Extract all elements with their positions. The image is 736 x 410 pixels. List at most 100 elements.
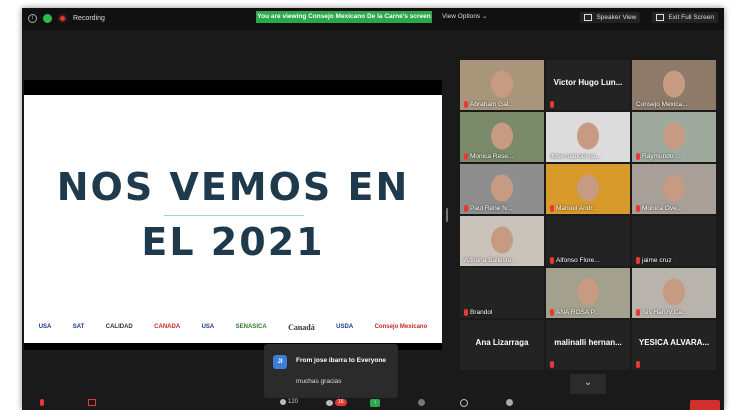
participant-tile[interactable]: Isis Hanzy Ca... (632, 268, 716, 318)
participant-label (550, 101, 554, 108)
microphone-muted-icon (636, 205, 640, 212)
split-handle[interactable] (446, 208, 448, 222)
microphone-muted-icon (550, 205, 554, 212)
share-screen-button[interactable]: ↑ (370, 399, 380, 407)
globe-icon (460, 399, 468, 407)
microphone-muted-icon (636, 309, 640, 316)
participant-tile[interactable]: Raymundo ... (632, 112, 716, 162)
participant-tile[interactable]: Abraham Gal... (460, 60, 544, 110)
microphone-muted-icon (40, 399, 44, 406)
microphone-muted-icon (464, 101, 468, 108)
microphone-muted-icon (550, 361, 554, 368)
participant-label (550, 361, 554, 368)
participant-name: ANA ROSA P... (556, 309, 600, 316)
microphone-muted-icon (636, 361, 640, 368)
participant-label: Monica Rese... (464, 153, 513, 160)
participant-name: Jose manuel sa... (550, 153, 601, 160)
speaker-view-label: Speaker View (596, 14, 637, 21)
participant-name: Alfonso Flore... (556, 257, 600, 264)
microphone-muted-icon (636, 153, 640, 160)
microphone-muted-icon (464, 153, 468, 160)
participant-tile[interactable]: jaime cruz (632, 216, 716, 266)
sponsor-logo: SAT (72, 324, 85, 330)
chat-icon (326, 399, 333, 406)
participant-label: Monica Ove... (636, 205, 682, 212)
participant-display-name: malinalli hernan... (554, 338, 622, 347)
grid-icon (584, 14, 593, 21)
exit-full-screen-label: Exit Full Screen (668, 14, 714, 21)
participant-tile[interactable]: Manuel Andr... (546, 164, 630, 214)
participant-label (636, 361, 640, 368)
exit-full-screen-button[interactable]: Exit Full Screen (652, 12, 718, 23)
meeting-status: i Recording (28, 14, 105, 23)
participant-tile[interactable]: Adriana Balleste... (460, 216, 544, 266)
slide-title-line-1: NOS VEMOS EN (56, 165, 410, 209)
mute-button[interactable] (40, 399, 44, 406)
participant-name: Monica Ove... (642, 205, 683, 212)
participant-grid: Abraham Gal... Victor Hugo Lun... Consejo … (460, 60, 718, 374)
microphone-muted-icon (550, 101, 554, 108)
zoom-window: i Recording You are viewing Consejo Mexi… (22, 8, 724, 410)
info-icon[interactable]: i (28, 14, 37, 23)
participant-name: Brandol (470, 309, 493, 316)
reactions-button[interactable] (506, 399, 513, 406)
participant-label: jaime cruz (636, 257, 672, 264)
reactions-icon (506, 399, 513, 406)
interpretation-button[interactable] (460, 399, 468, 407)
recording-icon (58, 14, 67, 23)
sponsor-logo: USA (201, 324, 215, 330)
sponsor-logo: CALIDAD (105, 324, 133, 330)
participant-tile[interactable]: Consejo Mexica... (632, 60, 716, 110)
chat-message: muchas gracias (296, 378, 342, 385)
share-screen-icon: ↑ (370, 399, 380, 407)
chat-button[interactable]: 16 (326, 399, 347, 406)
microphone-muted-icon (464, 309, 468, 316)
sponsor-logos: USA SAT CALIDAD CANADA USA SENASICA Cana… (24, 317, 442, 337)
participant-label: Paul Rene N... (464, 205, 512, 212)
sponsor-logo: CANADA (154, 324, 181, 330)
shield-icon[interactable] (43, 14, 52, 23)
participant-label: Brandol (464, 309, 492, 316)
record-button[interactable] (418, 399, 425, 406)
view-options-button[interactable]: View Options ⌄ (442, 11, 487, 23)
participant-tile[interactable]: Ana Lizarraga (460, 320, 544, 370)
participants-button[interactable]: 120 (280, 399, 298, 405)
participant-name: Manuel Andr... (556, 205, 598, 212)
end-meeting-button[interactable] (690, 400, 720, 410)
participant-name: Paul Rene N... (470, 205, 513, 212)
participant-tile[interactable]: malinalli hernan... (546, 320, 630, 370)
video-button[interactable] (88, 399, 96, 406)
chevron-down-icon: ⌄ (583, 377, 593, 388)
slide-title-line-2: EL 2021 (141, 220, 325, 264)
participant-name: Isis Hanzy Ca... (642, 309, 688, 316)
sender-avatar: JI (273, 355, 287, 369)
participant-tile[interactable]: Victor Hugo Lun... (546, 60, 630, 110)
participants-count: 120 (288, 399, 299, 405)
participant-display-name: YESICA ALVARA... (638, 338, 710, 347)
participant-label: Consejo Mexica... (636, 101, 688, 108)
sponsor-logo: USA (38, 324, 52, 330)
chat-notification[interactable]: JI From jose ibarra to Everyone muchas g… (264, 344, 398, 398)
video-off-icon (88, 399, 96, 406)
participant-tile[interactable]: Alfonso Flore... (546, 216, 630, 266)
participant-tile[interactable]: ANA ROSA P... (546, 268, 630, 318)
recording-label: Recording (73, 15, 105, 22)
participant-tile[interactable]: YESICA ALVARA... (632, 320, 716, 370)
participant-tile[interactable]: Paul Rene N... (460, 164, 544, 214)
chat-badge: 16 (335, 399, 347, 406)
more-participants-button[interactable]: ⌄ (570, 374, 606, 394)
participant-label: Raymundo ... (636, 153, 681, 160)
participant-tile[interactable]: Monica Ove... (632, 164, 716, 214)
participant-tile[interactable]: Monica Rese... (460, 112, 544, 162)
participant-label: Manuel Andr... (550, 205, 598, 212)
participant-name: jaime cruz (642, 257, 672, 264)
participants-icon (280, 399, 286, 405)
microphone-muted-icon (550, 257, 554, 264)
participant-tile[interactable]: Jose manuel sa... (546, 112, 630, 162)
screen-share-banner: You are viewing Consejo Mexicano De la C… (256, 11, 432, 23)
speaker-view-button[interactable]: Speaker View (580, 12, 641, 23)
microphone-muted-icon (464, 205, 468, 212)
participant-display-name: Ana Lizarraga (475, 338, 529, 347)
slide-divider (164, 215, 304, 216)
participant-tile[interactable]: Brandol (460, 268, 544, 318)
